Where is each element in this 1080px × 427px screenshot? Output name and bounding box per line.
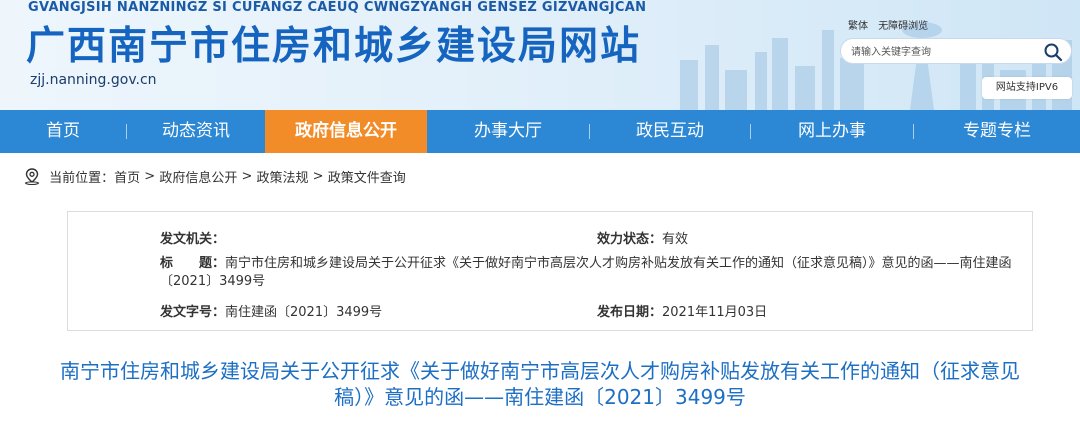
ipv6-badge: 网站支持IPV6 (982, 77, 1072, 99)
breadcrumb-policy-search[interactable]: 政策文件查询 (328, 171, 406, 186)
main-nav: 首页 动态资讯 政府信息公开 办事大厅 政民互动 网上办事 专题专栏 (0, 110, 1080, 153)
issuer-row: 发文机关： (160, 228, 225, 247)
title-row: 标 题：南宁市住房和城乡建设局关于公开征求《关于做好南宁市高层次人才购房补贴发放… (160, 255, 1020, 291)
accessibility-link[interactable]: 无障碍浏览 (878, 21, 928, 32)
breadcrumb: 当前位置：首页 > 政府信息公开 > 政策法规 > 政策文件查询 (24, 167, 406, 187)
search-box (840, 38, 1072, 64)
status-row: 效力状态：有效 (597, 228, 688, 247)
nav-item-special-topics[interactable]: 专题专栏 (914, 110, 1080, 153)
status-label: 效力状态： (597, 232, 663, 247)
date-row: 发布日期：2021年11月03日 (597, 301, 767, 320)
breadcrumb-separator: > (237, 169, 257, 184)
breadcrumb-prefix: 当前位置： (49, 171, 115, 186)
site-title-pinyin: GVANGJSIH NANZNINGZ SI CUFANGZ CAEUQ CWN… (28, 0, 647, 15)
traditional-chinese-link[interactable]: 繁体 (848, 21, 868, 32)
breadcrumb-separator: > (308, 169, 328, 184)
status-value: 有效 (662, 232, 689, 247)
top-links: 繁体 无障碍浏览 (848, 17, 935, 32)
article-title: 南宁市住房和城乡建设局关于公开征求《关于做好南宁市高层次人才购房补贴发放有关工作… (60, 359, 1020, 409)
nav-item-gov-info[interactable]: 政府信息公开 (265, 110, 427, 153)
docno-label: 发文字号： (160, 305, 226, 320)
breadcrumb-policy[interactable]: 政策法规 (257, 171, 309, 186)
breadcrumb-gov-info[interactable]: 政府信息公开 (159, 171, 237, 186)
docno-value: 南住建函〔2021〕3499号 (225, 305, 383, 320)
search-icon[interactable] (1043, 42, 1063, 62)
title-value: 南宁市住房和城乡建设局关于公开征求《关于做好南宁市高层次人才购房补贴发放有关工作… (160, 256, 1012, 289)
location-pin-icon (24, 167, 40, 185)
nav-item-interaction[interactable]: 政民互动 (590, 110, 750, 153)
breadcrumb-separator: > (140, 169, 160, 184)
nav-item-service-hall[interactable]: 办事大厅 (427, 110, 589, 153)
site-title[interactable]: 广西南宁市住房和城乡建设局网站 (26, 15, 641, 71)
docno-row: 发文字号：南住建函〔2021〕3499号 (160, 301, 382, 320)
nav-item-news[interactable]: 动态资讯 (127, 110, 265, 153)
issuer-label: 发文机关： (160, 232, 226, 247)
nav-item-home[interactable]: 首页 (0, 110, 126, 153)
date-label: 发布日期： (597, 305, 663, 320)
search-input[interactable] (849, 42, 1043, 62)
site-header: GVANGJSIH NANZNINGZ SI CUFANGZ CAEUQ CWN… (0, 0, 1080, 110)
title-label: 标 题： (160, 256, 226, 271)
date-value: 2021年11月03日 (662, 305, 768, 320)
site-domain: zjj.nanning.gov.cn (30, 72, 157, 88)
breadcrumb-home[interactable]: 首页 (114, 171, 140, 186)
nav-item-online-service[interactable]: 网上办事 (751, 110, 913, 153)
